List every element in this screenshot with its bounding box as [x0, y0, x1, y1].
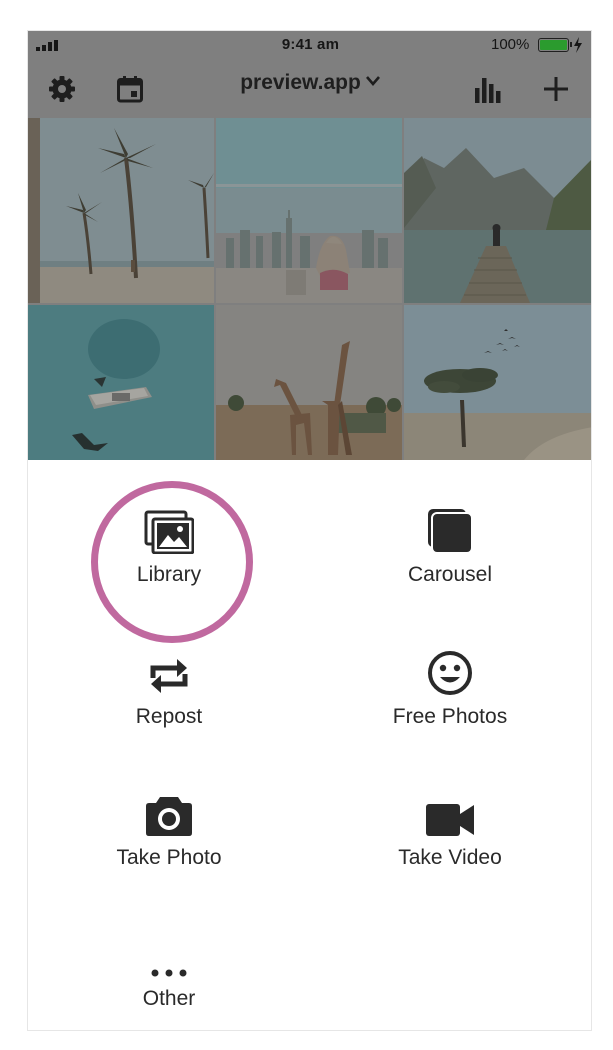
top-toolbar: preview.app	[28, 59, 591, 117]
battery-percent: 100%	[491, 36, 530, 53]
carousel-label: Carousel	[407, 563, 493, 586]
take-photo-label: Take Photo	[116, 846, 222, 869]
repost-arrows-icon	[150, 659, 188, 693]
take-video-label: Take Video	[398, 846, 502, 869]
photo-grid	[28, 118, 591, 460]
photo-library-icon	[144, 510, 194, 554]
phone-screen: 9:41 am 100% preview.app Library Carouse…	[27, 30, 592, 1031]
bar-chart-icon	[475, 78, 501, 103]
grid-photo-giraffes-savanna[interactable]	[216, 305, 402, 460]
other-label: Other	[142, 987, 196, 1010]
library-label: Library	[136, 563, 202, 586]
chevron-down-icon	[365, 76, 380, 86]
battery-icon	[538, 38, 572, 52]
camera-icon	[146, 797, 192, 836]
library-action[interactable]: Library	[69, 498, 269, 587]
new-post-sheet: Library Carousel Repost Free Photos Take…	[28, 460, 591, 1030]
grid-photo-acacia-tree-birds[interactable]	[404, 305, 591, 460]
plus-icon	[544, 77, 568, 101]
grid-photo-palm-beach[interactable]	[28, 118, 214, 303]
other-action[interactable]: Other	[69, 922, 269, 1011]
more-dots-icon	[151, 969, 187, 977]
stacked-squares-icon	[428, 509, 473, 554]
account-switcher[interactable]: preview.app	[28, 71, 591, 95]
stats-button[interactable]	[470, 71, 506, 107]
grid-photo-ocean-boat-aerial[interactable]	[28, 305, 214, 460]
status-bar: 9:41 am 100%	[28, 31, 591, 59]
carousel-action[interactable]: Carousel	[350, 498, 550, 587]
repost-label: Repost	[135, 705, 203, 728]
video-camera-icon	[426, 804, 474, 836]
account-name: preview.app	[240, 71, 361, 94]
free-photos-action[interactable]: Free Photos	[350, 640, 550, 729]
bolt-icon	[574, 37, 582, 53]
smiley-icon	[428, 651, 472, 695]
take-video-action[interactable]: Take Video	[350, 781, 550, 870]
free-photos-label: Free Photos	[392, 705, 508, 728]
dimmed-background: 9:41 am 100% preview.app	[28, 31, 591, 460]
take-photo-action[interactable]: Take Photo	[69, 781, 269, 870]
repost-action[interactable]: Repost	[69, 640, 269, 729]
grid-photo-city-balcony[interactable]	[216, 118, 402, 303]
grid-photo-mountain-lake-pier[interactable]	[404, 118, 591, 303]
add-button[interactable]	[538, 71, 574, 107]
